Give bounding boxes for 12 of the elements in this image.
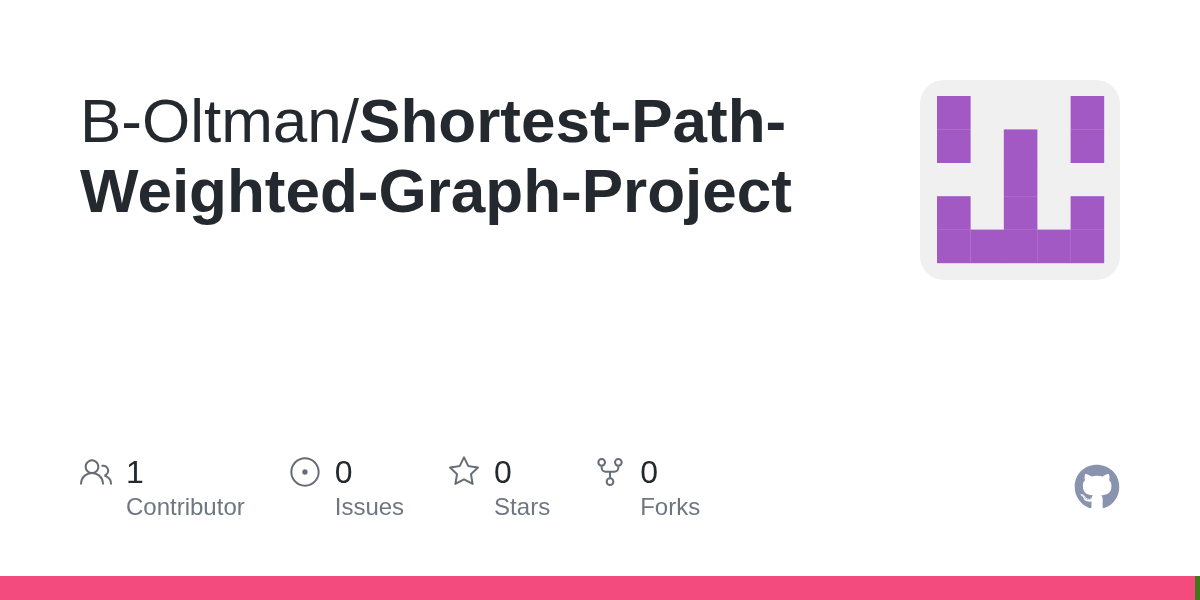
cat-logo-icon	[1074, 464, 1120, 510]
stat-label: Issues	[334, 492, 405, 522]
star-icon	[448, 456, 481, 488]
identicon-avatar-icon	[920, 80, 1120, 280]
stat-count: 1	[126, 453, 144, 492]
stat-label: Contributor	[126, 492, 245, 522]
repository-title: B-Oltman/Shortest-Path-Weighted-Graph-Project	[80, 86, 793, 226]
stat-count: 0	[494, 453, 512, 492]
stat-count: 0	[640, 453, 658, 492]
stat-label: Forks	[640, 492, 701, 522]
stat-label: Stars	[494, 492, 551, 522]
stat-count: 0	[334, 453, 353, 492]
